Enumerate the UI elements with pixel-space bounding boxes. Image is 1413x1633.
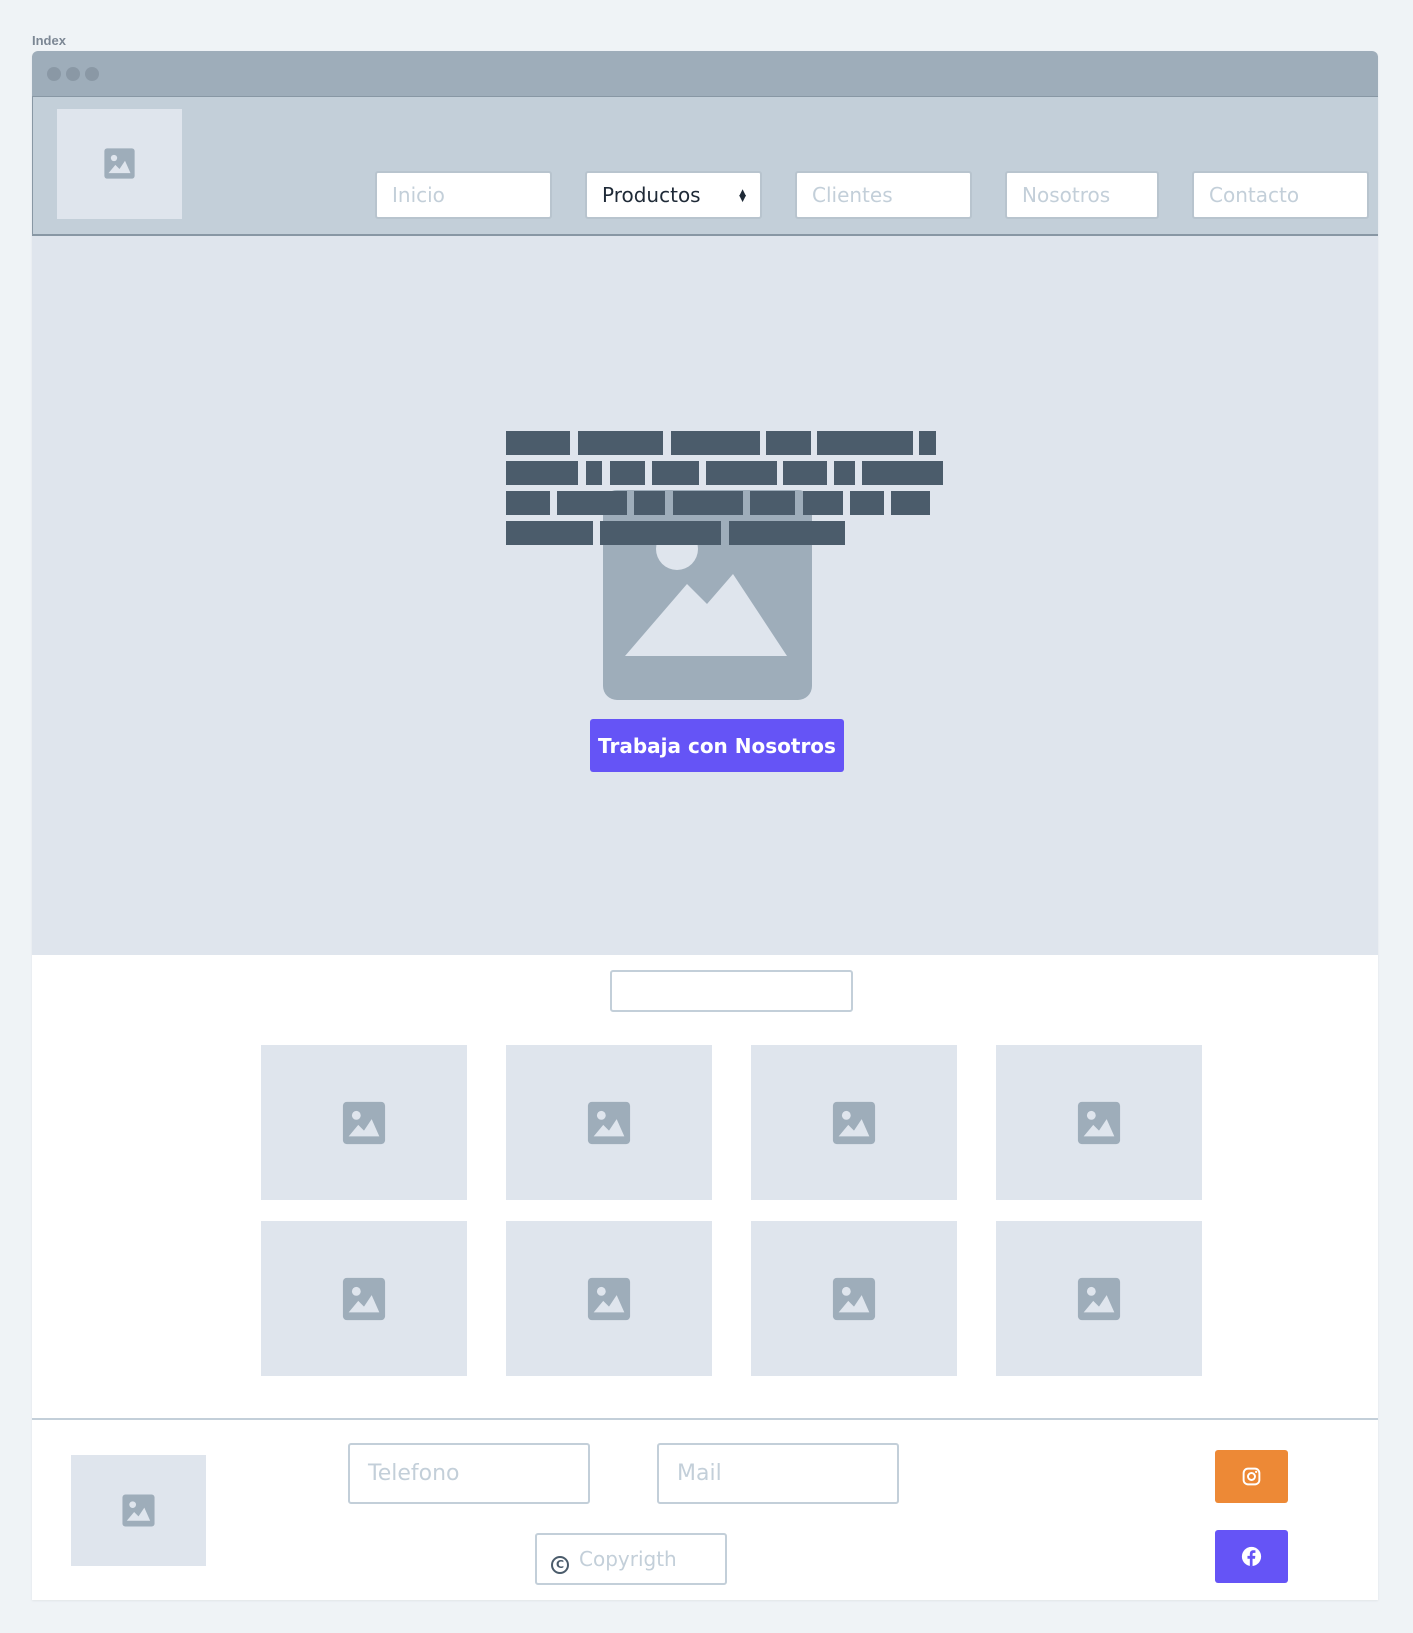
image-icon: [587, 1277, 631, 1321]
gallery-title-placeholder: [610, 970, 853, 1012]
text-block: [506, 431, 570, 455]
header-logo[interactable]: [57, 109, 182, 219]
site-header: Inicio Productos ▲ ▼ Clientes Nosotros Co…: [32, 97, 1378, 236]
text-block: [586, 461, 602, 485]
image-icon: [832, 1277, 876, 1321]
nav-inicio[interactable]: Inicio: [375, 171, 552, 219]
text-block: [634, 491, 665, 515]
window-titlebar: [32, 51, 1378, 97]
text-block: [557, 491, 627, 515]
gallery-tile[interactable]: [751, 1221, 957, 1376]
text-block: [891, 491, 930, 515]
browser-window: Inicio Productos ▲ ▼ Clientes Nosotros Co…: [32, 51, 1378, 1600]
image-icon: [122, 1494, 155, 1527]
gallery-tile[interactable]: [506, 1045, 712, 1200]
frame-label: Index: [32, 33, 66, 48]
image-icon: [1077, 1277, 1121, 1321]
mail-field[interactable]: Mail: [657, 1443, 899, 1504]
text-block: [919, 431, 936, 455]
gallery-tile[interactable]: [506, 1221, 712, 1376]
facebook-icon: [1241, 1546, 1262, 1567]
text-block: [834, 461, 855, 485]
text-block: [817, 431, 913, 455]
text-block: [706, 461, 777, 485]
text-block: [600, 521, 721, 545]
nav-nosotros[interactable]: Nosotros: [1005, 171, 1159, 219]
text-block: [673, 491, 743, 515]
copyright-label: Copyrigth: [579, 1547, 677, 1571]
text-block: [766, 431, 811, 455]
window-dot-minimize[interactable]: [66, 67, 80, 81]
gallery-tile[interactable]: [996, 1045, 1202, 1200]
image-icon: [342, 1277, 386, 1321]
trabaja-con-nosotros-button[interactable]: Trabaja con Nosotros: [590, 719, 844, 772]
instagram-button[interactable]: [1215, 1450, 1288, 1503]
nav-productos-label: Productos: [602, 183, 701, 207]
text-block: [506, 491, 550, 515]
phone-field[interactable]: Telefono: [348, 1443, 590, 1504]
text-block: [671, 431, 760, 455]
text-block: [610, 461, 645, 485]
text-block: [750, 491, 795, 515]
image-icon: [587, 1101, 631, 1145]
image-icon: [104, 148, 135, 179]
gallery-tile[interactable]: [261, 1221, 467, 1376]
image-icon: [832, 1101, 876, 1145]
image-icon: [342, 1101, 386, 1145]
gallery-tile[interactable]: [261, 1045, 467, 1200]
gallery-tile[interactable]: [996, 1221, 1202, 1376]
text-block: [506, 461, 578, 485]
select-arrows-icon: ▲ ▼: [739, 187, 746, 204]
copyright-box: C Copyrigth: [535, 1533, 727, 1585]
nav-clientes[interactable]: Clientes: [795, 171, 972, 219]
text-block: [850, 491, 884, 515]
gallery-tile[interactable]: [751, 1045, 957, 1200]
instagram-icon: [1242, 1467, 1261, 1486]
text-block: [803, 491, 843, 515]
text-block: [783, 461, 827, 485]
footer-logo[interactable]: [71, 1455, 206, 1566]
window-dot-maximize[interactable]: [85, 67, 99, 81]
text-block: [578, 431, 663, 455]
text-block: [862, 461, 943, 485]
nav-productos-select[interactable]: Productos ▲ ▼: [585, 171, 762, 219]
text-block: [506, 521, 593, 545]
window-dot-close[interactable]: [47, 67, 61, 81]
nav-contacto[interactable]: Contacto: [1192, 171, 1369, 219]
text-block: [729, 521, 845, 545]
site-footer: Telefono Mail C Copyrigth: [32, 1418, 1378, 1600]
image-icon: [1077, 1101, 1121, 1145]
copyright-icon: C: [551, 1556, 569, 1574]
facebook-button[interactable]: [1215, 1530, 1288, 1583]
hero-section: Trabaja con Nosotros: [32, 236, 1378, 955]
text-block: [652, 461, 699, 485]
